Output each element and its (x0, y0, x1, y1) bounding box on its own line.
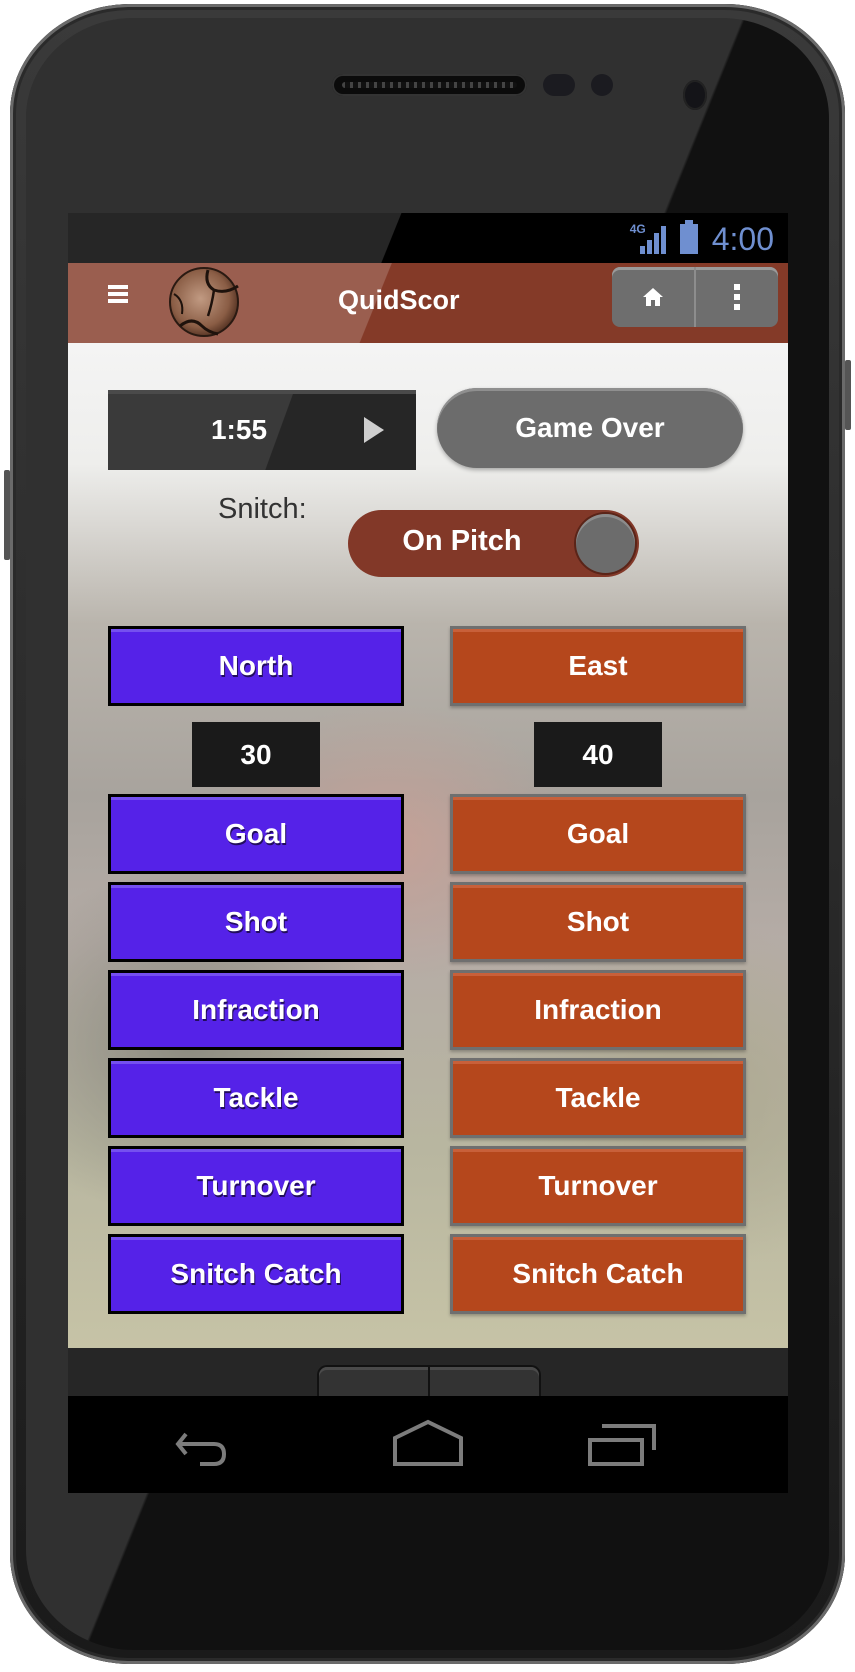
timer-value: 1:55 (210, 414, 268, 445)
team-b-turnover-button[interactable]: Turnover (450, 1146, 746, 1226)
team-b-infraction-button[interactable]: Infraction (450, 970, 746, 1050)
team-b-goal-button[interactable]: Goal (450, 794, 746, 874)
action-bar: QuidScor (68, 263, 788, 343)
hamburger-icon[interactable] (108, 285, 128, 303)
light-sensor (591, 74, 613, 96)
signal-icon: 4G (629, 222, 666, 254)
screen: 4G 4:00 QuidScor 1:55 Game Over Snitch: … (68, 213, 788, 1493)
team-a-turnover-button[interactable]: Turnover (108, 1146, 404, 1226)
earpiece-speaker (332, 74, 527, 96)
scoreboard-content: 1:55 Game Over Snitch: On Pitch North 30… (68, 343, 788, 1348)
power-button (845, 360, 851, 430)
app-title: QuidScor (338, 285, 460, 315)
volume-button (4, 470, 10, 560)
status-bar: 4G 4:00 (68, 213, 788, 263)
nav-back-button[interactable] (156, 1416, 276, 1476)
play-icon[interactable] (364, 417, 384, 443)
snitch-toggle[interactable]: On Pitch (348, 510, 639, 577)
proximity-sensor (543, 74, 575, 96)
overflow-menu-button[interactable] (694, 267, 778, 327)
status-icons: 4G 4:00 (630, 219, 774, 259)
nav-recents-button[interactable] (560, 1416, 680, 1476)
back-icon (175, 1432, 227, 1466)
team-a-snitch-catch-button[interactable]: Snitch Catch (108, 1234, 404, 1314)
home-button[interactable] (612, 267, 694, 327)
overflow-menu-icon (734, 284, 740, 310)
team-b-snitch-catch-button[interactable]: Snitch Catch (450, 1234, 746, 1314)
home-outline-icon (393, 1419, 463, 1466)
network-type: 4G (629, 222, 646, 236)
toggle-knob[interactable] (576, 514, 635, 573)
game-timer[interactable]: 1:55 (108, 390, 416, 470)
game-over-button[interactable]: Game Over (437, 388, 743, 468)
snitch-label: Snitch: (218, 493, 307, 525)
team-a-tackle-button[interactable]: Tackle (108, 1058, 404, 1138)
team-b-tackle-button[interactable]: Tackle (450, 1058, 746, 1138)
team-b-score: 40 (534, 722, 662, 787)
system-nav-bar (68, 1396, 788, 1493)
home-icon (643, 288, 663, 306)
recent-apps-icon (588, 1424, 656, 1466)
team-b-name-button[interactable]: East (450, 626, 746, 706)
quaffle-logo-icon[interactable] (168, 266, 240, 338)
snitch-state: On Pitch (402, 525, 522, 557)
status-clock: 4:00 (711, 220, 774, 257)
team-a-goal-button[interactable]: Goal (108, 794, 404, 874)
bottom-action-bar (68, 1348, 788, 1407)
action-bar-buttons (612, 267, 778, 327)
team-a-shot-button[interactable]: Shot (108, 882, 404, 962)
nav-home-button[interactable] (368, 1416, 488, 1476)
team-a-infraction-button[interactable]: Infraction (108, 970, 404, 1050)
team-a-name-button[interactable]: North (108, 626, 404, 706)
front-camera (683, 80, 707, 110)
battery-icon (679, 220, 698, 254)
team-a-score: 30 (192, 722, 320, 787)
team-b-shot-button[interactable]: Shot (450, 882, 746, 962)
